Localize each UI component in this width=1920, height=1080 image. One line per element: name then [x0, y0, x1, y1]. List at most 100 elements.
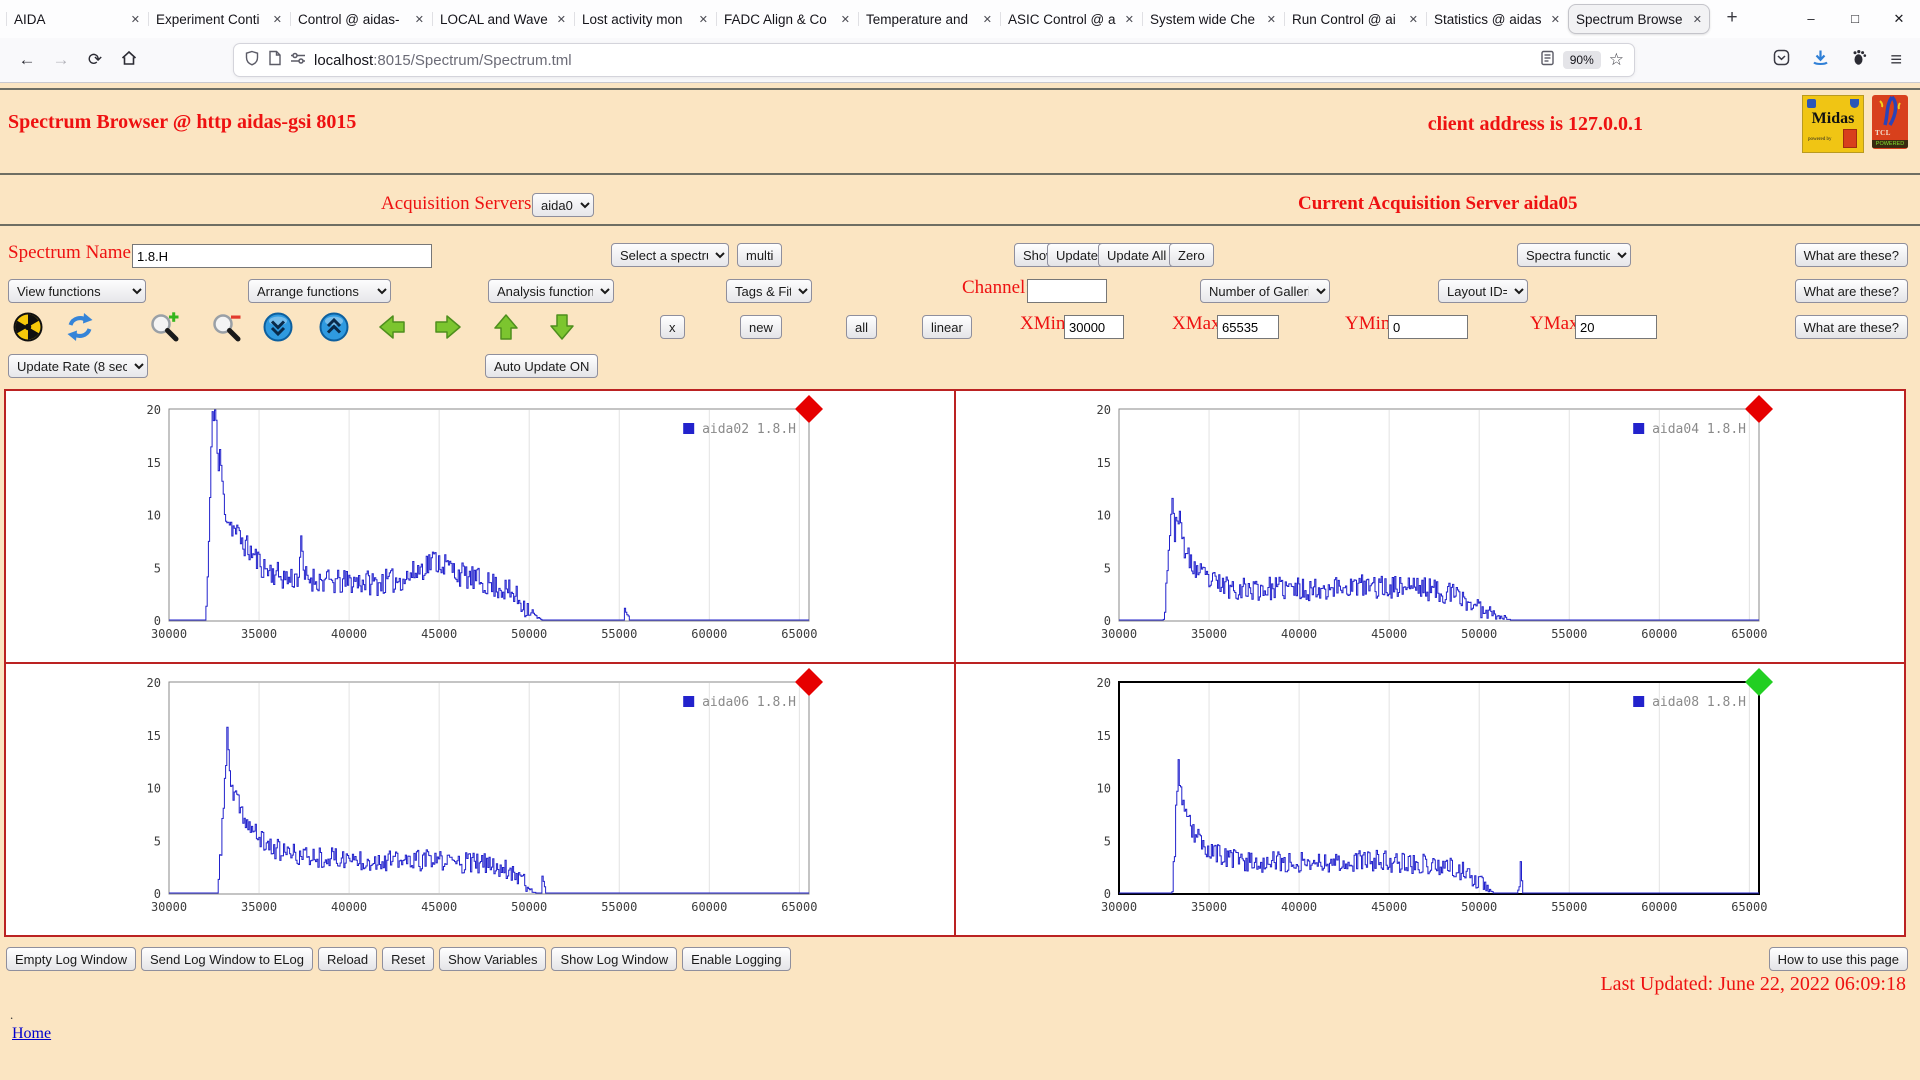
gnome-footprint-icon[interactable] [1851, 49, 1868, 71]
minimize-button[interactable]: – [1804, 11, 1818, 27]
url-text[interactable]: localhost:8015/Spectrum/Spectrum.tml [314, 52, 1532, 69]
ymax-label: YMax [1530, 313, 1579, 335]
page-info-icon[interactable] [268, 50, 282, 71]
tab-spectrum-browse[interactable]: Spectrum Browse✕ [1568, 4, 1710, 34]
reload-button[interactable]: Reload [318, 947, 377, 971]
analysis-functions-select[interactable]: Analysis functions [488, 279, 614, 303]
zoom-level-badge[interactable]: 90% [1563, 51, 1601, 69]
bookmark-star-icon[interactable]: ☆ [1609, 50, 1624, 70]
refresh-icon[interactable] [64, 311, 96, 343]
home-link[interactable]: Home [12, 1025, 51, 1043]
plot-aida08[interactable]: 3000035000400004500050000550006000065000… [955, 663, 1905, 936]
linear-button[interactable]: linear [922, 315, 972, 339]
url-bar[interactable]: localhost:8015/Spectrum/Spectrum.tml 90%… [234, 44, 1634, 76]
how-to-use-button[interactable]: How to use this page [1769, 947, 1908, 971]
tab-system-wide-che[interactable]: System wide Che✕ [1142, 4, 1284, 34]
xmax-input[interactable] [1217, 315, 1279, 339]
all-button[interactable]: all [846, 315, 877, 339]
tab-close-icon[interactable]: ✕ [1409, 13, 1418, 26]
pocket-icon[interactable] [1773, 49, 1790, 71]
tab-lost-activity-mon[interactable]: Lost activity mon✕ [574, 4, 716, 34]
plot-aida02[interactable]: 3000035000400004500050000550006000065000… [5, 390, 955, 663]
arrow-down-icon[interactable] [546, 311, 578, 343]
arrow-right-icon[interactable] [432, 311, 464, 343]
send-log-window-to-elog-button[interactable]: Send Log Window to ELog [141, 947, 313, 971]
zoom-in-icon[interactable] [148, 311, 180, 343]
tags-fits-select[interactable]: Tags & Fits [726, 279, 812, 303]
tab-statistics-aidas[interactable]: Statistics @ aidas✕ [1426, 4, 1568, 34]
scroll-up-icon[interactable] [318, 311, 350, 343]
tab-close-icon[interactable]: ✕ [983, 13, 992, 26]
layout-id-select[interactable]: Layout ID=6 [1438, 279, 1528, 303]
tab-close-icon[interactable]: ✕ [131, 13, 140, 26]
tab-close-icon[interactable]: ✕ [273, 13, 282, 26]
reset-button[interactable]: Reset [382, 947, 434, 971]
tab-close-icon[interactable]: ✕ [1267, 13, 1276, 26]
svg-text:0: 0 [1104, 614, 1111, 628]
spectra-functions-select[interactable]: Spectra functions [1517, 243, 1631, 267]
view-functions-select[interactable]: View functions [8, 279, 146, 303]
forward-icon[interactable]: → [44, 50, 78, 70]
tab-control-aidas-[interactable]: Control @ aidas-✕ [290, 4, 432, 34]
back-icon[interactable]: ← [10, 50, 44, 70]
tab-close-icon[interactable]: ✕ [699, 13, 708, 26]
home-icon[interactable] [112, 49, 146, 72]
xmin-input[interactable] [1064, 315, 1124, 339]
spectrum-name-input[interactable] [132, 244, 432, 268]
ymax-input[interactable] [1575, 315, 1657, 339]
scroll-down-icon[interactable] [262, 311, 294, 343]
zero-button[interactable]: Zero [1169, 243, 1214, 267]
shield-icon[interactable] [244, 50, 260, 71]
plot-aida06[interactable]: 3000035000400004500050000550006000065000… [5, 663, 955, 936]
tab-close-icon[interactable]: ✕ [415, 13, 424, 26]
what-are-these-button-1[interactable]: What are these? [1795, 243, 1908, 267]
ymin-input[interactable] [1388, 315, 1468, 339]
tab-close-icon[interactable]: ✕ [557, 13, 566, 26]
x-button[interactable]: x [660, 315, 685, 339]
reload-icon[interactable]: ⟳ [78, 50, 112, 70]
svg-text:55000: 55000 [601, 627, 637, 641]
number-of-galleries-select[interactable]: Number of Galleries [1200, 279, 1330, 303]
what-are-these-button-2[interactable]: What are these? [1795, 279, 1908, 303]
update-all-button[interactable]: Update All [1098, 243, 1175, 267]
multi-button[interactable]: multi [737, 243, 782, 267]
new-tab-button[interactable]: + [1718, 5, 1746, 33]
tab-asic-control-a[interactable]: ASIC Control @ a✕ [1000, 4, 1142, 34]
download-icon[interactable] [1812, 49, 1829, 71]
radiation-icon[interactable] [12, 311, 44, 343]
zoom-out-icon[interactable] [210, 311, 242, 343]
tab-fadc-align-co[interactable]: FADC Align & Co✕ [716, 4, 858, 34]
show-variables-button[interactable]: Show Variables [439, 947, 546, 971]
svg-text:5: 5 [1104, 561, 1111, 575]
arrange-functions-select[interactable]: Arrange functions [248, 279, 391, 303]
stray-dot: . [10, 1007, 13, 1023]
reader-view-icon[interactable] [1540, 50, 1555, 71]
tab-close-icon[interactable]: ✕ [1125, 13, 1134, 26]
tab-local-and-wave[interactable]: LOCAL and Wave✕ [432, 4, 574, 34]
maximize-button[interactable]: □ [1848, 11, 1862, 27]
tab-temperature-and[interactable]: Temperature and✕ [858, 4, 1000, 34]
empty-log-window-button[interactable]: Empty Log Window [6, 947, 136, 971]
tab-close-icon[interactable]: ✕ [1551, 13, 1560, 26]
close-button[interactable]: ✕ [1892, 11, 1906, 27]
arrow-left-icon[interactable] [376, 311, 408, 343]
auto-update-button[interactable]: Auto Update ON [485, 354, 598, 378]
tab-run-control-ai[interactable]: Run Control @ ai✕ [1284, 4, 1426, 34]
acquisition-server-select[interactable]: aida05 [532, 193, 594, 217]
enable-logging-button[interactable]: Enable Logging [682, 947, 790, 971]
show-log-window-button[interactable]: Show Log Window [551, 947, 677, 971]
channel-input[interactable] [1027, 279, 1107, 303]
plot-aida04[interactable]: 3000035000400004500050000550006000065000… [955, 390, 1905, 663]
svg-text:40000: 40000 [1281, 900, 1317, 914]
tune-icon[interactable] [290, 51, 306, 70]
tab-close-icon[interactable]: ✕ [1693, 13, 1702, 26]
what-are-these-button-3[interactable]: What are these? [1795, 315, 1908, 339]
select-a-spectrum-select[interactable]: Select a spectrum [611, 243, 729, 267]
menu-icon[interactable]: ≡ [1890, 49, 1902, 72]
update-rate-select[interactable]: Update Rate (8 secs) [8, 354, 148, 378]
new-button[interactable]: new [740, 315, 782, 339]
tab-close-icon[interactable]: ✕ [841, 13, 850, 26]
arrow-up-icon[interactable] [490, 311, 522, 343]
tab-experiment-conti[interactable]: Experiment Conti✕ [148, 4, 290, 34]
tab-aida[interactable]: AIDA✕ [6, 4, 148, 34]
